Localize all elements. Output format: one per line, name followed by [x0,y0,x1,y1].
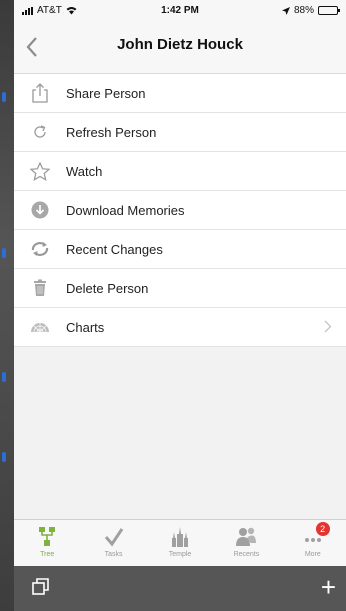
action-list: Share Person Refresh Person Watch Downlo… [14,74,346,347]
delete-person-label: Delete Person [66,280,149,296]
notification-badge: 2 [315,522,330,536]
location-icon [281,6,290,15]
recent-changes-item[interactable]: Recent Changes [14,230,346,269]
phone-screen: AT&T 1:42 PM 88% John Dietz Houck Share … [14,0,346,611]
empty-area [14,361,346,519]
status-right: 88% [281,5,340,16]
fan-chart-icon [14,321,66,333]
refresh-person-item[interactable]: Refresh Person [14,113,346,152]
tab-tasks-label: Tasks [104,551,123,558]
tab-tree-label: Tree [40,551,55,558]
charts-label: Charts [66,319,105,335]
watch-label: Watch [66,163,103,179]
refresh-icon [14,124,66,140]
background-left-edge [0,0,14,611]
tab-recents[interactable]: Recents [213,520,279,566]
trash-icon [14,279,66,297]
charts-item[interactable]: Charts [14,308,346,347]
download-icon [14,201,66,219]
background-mark [2,92,6,102]
share-icon [14,83,66,103]
background-mark [2,372,6,382]
add-icon[interactable]: + [321,572,336,603]
download-memories-label: Download Memories [66,202,185,218]
temple-icon [172,527,189,547]
people-icon [236,527,257,546]
tab-temple[interactable]: Temple [147,520,213,566]
download-memories-item[interactable]: Download Memories [14,191,346,230]
recent-changes-label: Recent Changes [66,241,163,257]
tree-icon [39,527,56,546]
checkmark-icon [104,528,123,547]
tab-more[interactable]: 2 More [280,520,346,566]
refresh-person-label: Refresh Person [66,124,157,140]
battery-icon [318,6,340,15]
watch-item[interactable]: Watch [14,152,346,191]
star-icon [14,161,66,181]
tab-tree[interactable]: Tree [14,520,80,566]
share-person-item[interactable]: Share Person [14,74,346,113]
navigation-bar: John Dietz Houck [14,22,346,74]
recent-changes-icon [14,241,66,257]
background-mark [2,248,6,258]
copy-tabs-icon[interactable] [32,578,50,596]
chevron-right-icon [324,320,332,333]
tab-more-label: More [304,551,321,558]
share-person-label: Share Person [66,85,146,101]
tab-bar: Tree Tasks Temple Recents 2 More [14,519,346,566]
back-chevron-icon[interactable] [22,32,44,62]
tab-temple-label: Temple [168,551,192,558]
battery-percent: 88% [293,5,314,16]
bottom-toolbar: + [14,566,346,611]
tab-tasks[interactable]: Tasks [80,520,146,566]
tab-recents-label: Recents [233,551,260,558]
delete-person-item[interactable]: Delete Person [14,269,346,308]
background-mark [2,452,6,462]
status-bar: AT&T 1:42 PM 88% [14,0,346,22]
page-title: John Dietz Houck [117,36,243,53]
